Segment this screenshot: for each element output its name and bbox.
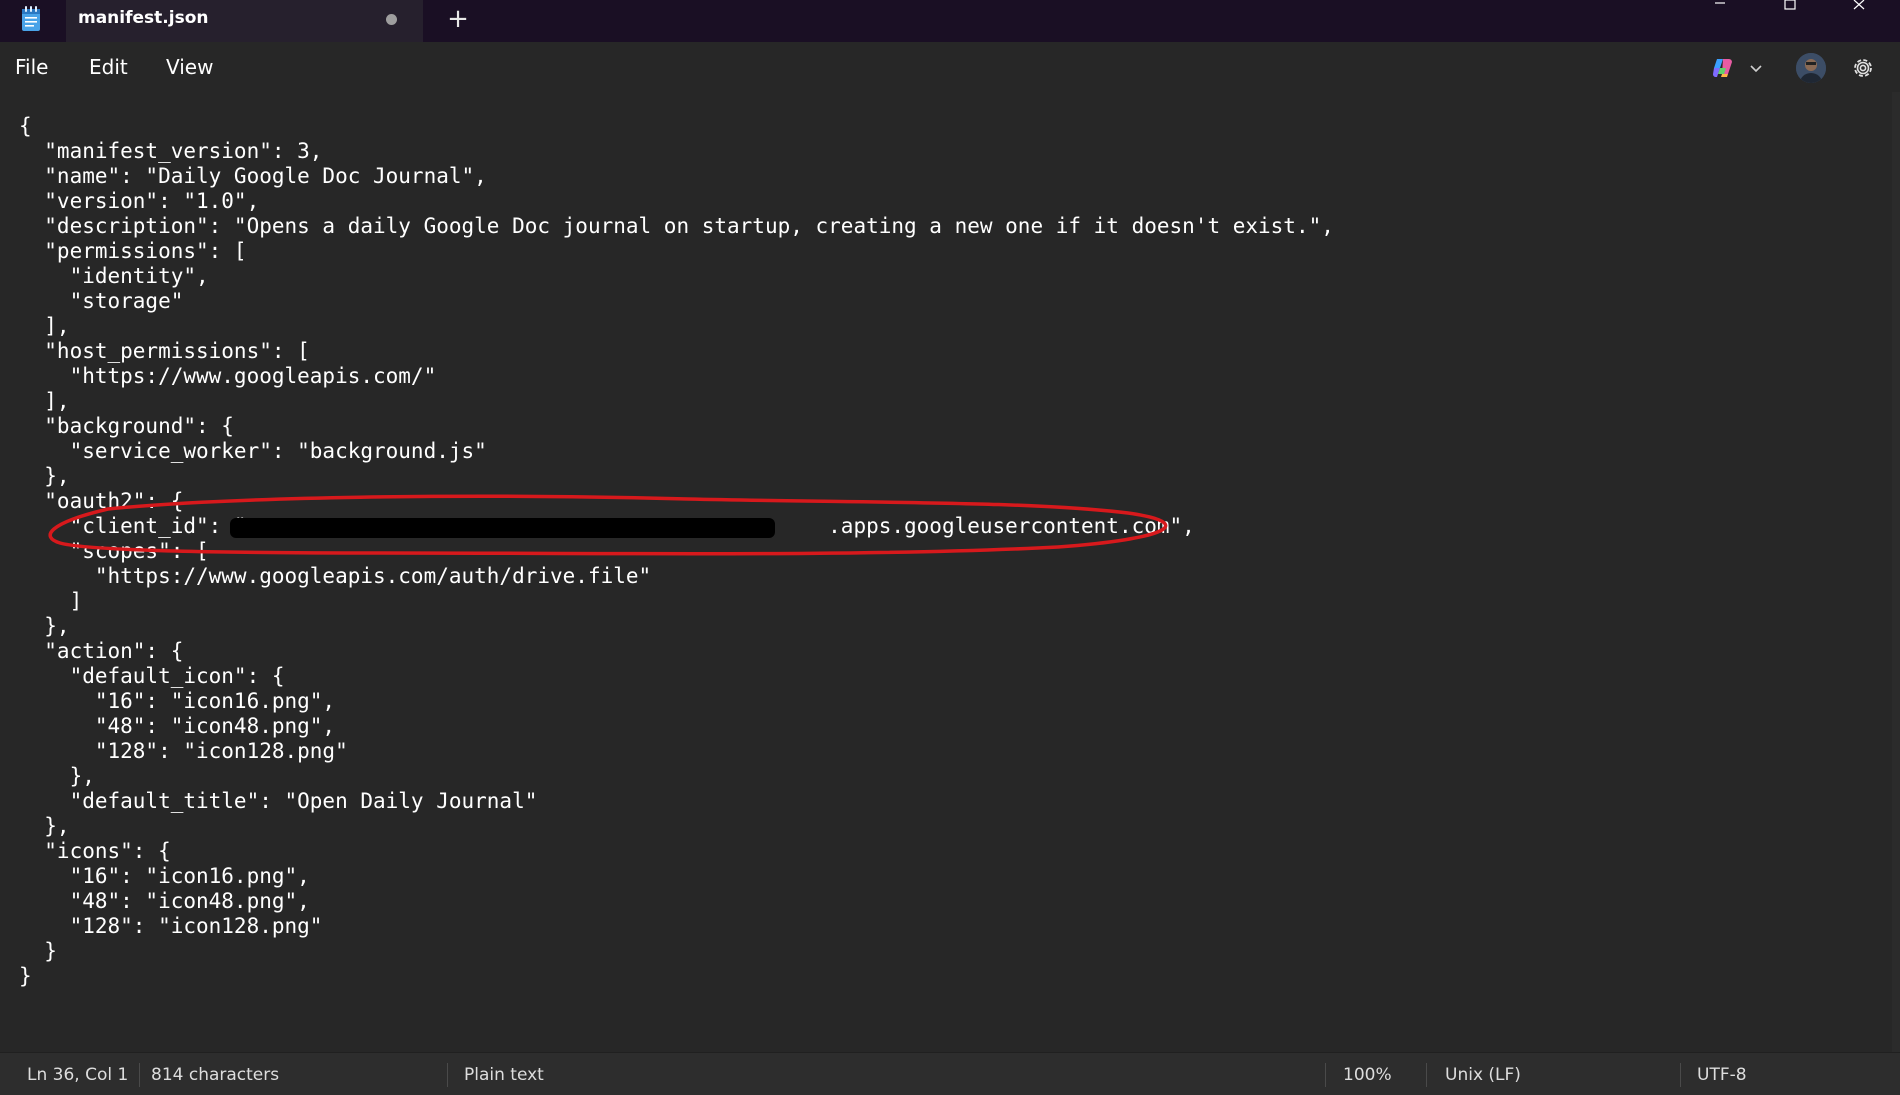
vertical-scrollbar[interactable] bbox=[1892, 92, 1900, 1052]
menu-edit[interactable]: Edit bbox=[89, 55, 128, 79]
code-line: }, bbox=[19, 614, 70, 638]
unsaved-indicator[interactable] bbox=[386, 14, 397, 25]
code-line: }, bbox=[19, 464, 70, 488]
code-line: }, bbox=[19, 764, 95, 788]
status-divider bbox=[139, 1063, 140, 1087]
code-line: "icons": { bbox=[19, 839, 171, 863]
code-line: "default_title": "Open Daily Journal" bbox=[19, 789, 538, 813]
status-divider bbox=[1426, 1063, 1427, 1087]
line-ending[interactable]: Unix (LF) bbox=[1445, 1065, 1521, 1085]
code-line: "host_permissions": [ bbox=[19, 339, 310, 363]
chevron-down-icon[interactable] bbox=[1745, 59, 1767, 77]
title-bar: manifest.json + bbox=[0, 0, 1900, 42]
avatar[interactable] bbox=[1796, 53, 1826, 83]
menu-file[interactable]: File bbox=[15, 55, 48, 79]
status-bar: Ln 36, Col 1 814 characters Plain text 1… bbox=[0, 1052, 1900, 1095]
code-line: "description": "Opens a daily Google Doc… bbox=[19, 214, 1334, 238]
copilot-icon[interactable] bbox=[1710, 55, 1736, 81]
code-line: "128": "icon128.png" bbox=[19, 914, 323, 938]
notepad-icon bbox=[22, 6, 40, 31]
code-line: "48": "icon48.png", bbox=[19, 889, 310, 913]
zoom-level[interactable]: 100% bbox=[1343, 1065, 1392, 1085]
text-editor[interactable]: { "manifest_version": 3, "name": "Daily … bbox=[0, 92, 1900, 1052]
minimize-icon[interactable] bbox=[1688, 0, 1752, 20]
code-line: "permissions": [ bbox=[19, 239, 247, 263]
new-tab-button[interactable]: + bbox=[446, 4, 470, 34]
code-line: "identity", bbox=[19, 264, 209, 288]
code-line: }, bbox=[19, 814, 70, 838]
code-line: ] bbox=[19, 589, 83, 613]
code-line: "https://www.googleapis.com/" bbox=[19, 364, 437, 388]
code-line: "16": "icon16.png", bbox=[19, 864, 310, 888]
user-avatar-icon bbox=[1796, 53, 1826, 83]
file-format[interactable]: Plain text bbox=[464, 1065, 544, 1085]
maximize-icon[interactable] bbox=[1758, 0, 1822, 20]
red-annotation-circle bbox=[48, 494, 1168, 556]
code-line: } bbox=[19, 964, 32, 988]
code-line: { bbox=[19, 114, 32, 138]
code-line: "storage" bbox=[19, 289, 184, 313]
code-line: "name": "Daily Google Doc Journal", bbox=[19, 164, 487, 188]
code-line: ], bbox=[19, 389, 70, 413]
code-line: "manifest_version": 3, bbox=[19, 139, 323, 163]
status-divider bbox=[1325, 1063, 1326, 1087]
code-line: "action": { bbox=[19, 639, 184, 663]
status-divider bbox=[447, 1063, 448, 1087]
code-line: "48": "icon48.png", bbox=[19, 714, 336, 738]
code-line: "https://www.googleapis.com/auth/drive.f… bbox=[19, 564, 652, 588]
code-line: } bbox=[19, 939, 57, 963]
code-line: "service_worker": "background.js" bbox=[19, 439, 487, 463]
gear-icon[interactable] bbox=[1849, 54, 1877, 82]
code-line: "default_icon": { bbox=[19, 664, 285, 688]
code-line: "128": "icon128.png" bbox=[19, 739, 348, 763]
notepad-window: manifest.json + File Edit View {"manife… bbox=[0, 0, 1900, 1095]
cursor-position[interactable]: Ln 36, Col 1 bbox=[27, 1065, 128, 1085]
tab-manifest-json[interactable]: manifest.json bbox=[66, 0, 423, 42]
character-count: 814 characters bbox=[151, 1065, 280, 1085]
menu-bar: File Edit View bbox=[0, 42, 1900, 92]
code-line: "16": "icon16.png", bbox=[19, 689, 336, 713]
code-line: ], bbox=[19, 314, 70, 338]
tab-title: manifest.json bbox=[78, 8, 209, 28]
close-icon[interactable] bbox=[1828, 0, 1892, 20]
encoding[interactable]: UTF-8 bbox=[1697, 1065, 1747, 1085]
code-line: "background": { bbox=[19, 414, 234, 438]
code-line: "version": "1.0", bbox=[19, 189, 260, 213]
menu-view[interactable]: View bbox=[166, 55, 213, 79]
status-divider bbox=[1680, 1063, 1681, 1087]
